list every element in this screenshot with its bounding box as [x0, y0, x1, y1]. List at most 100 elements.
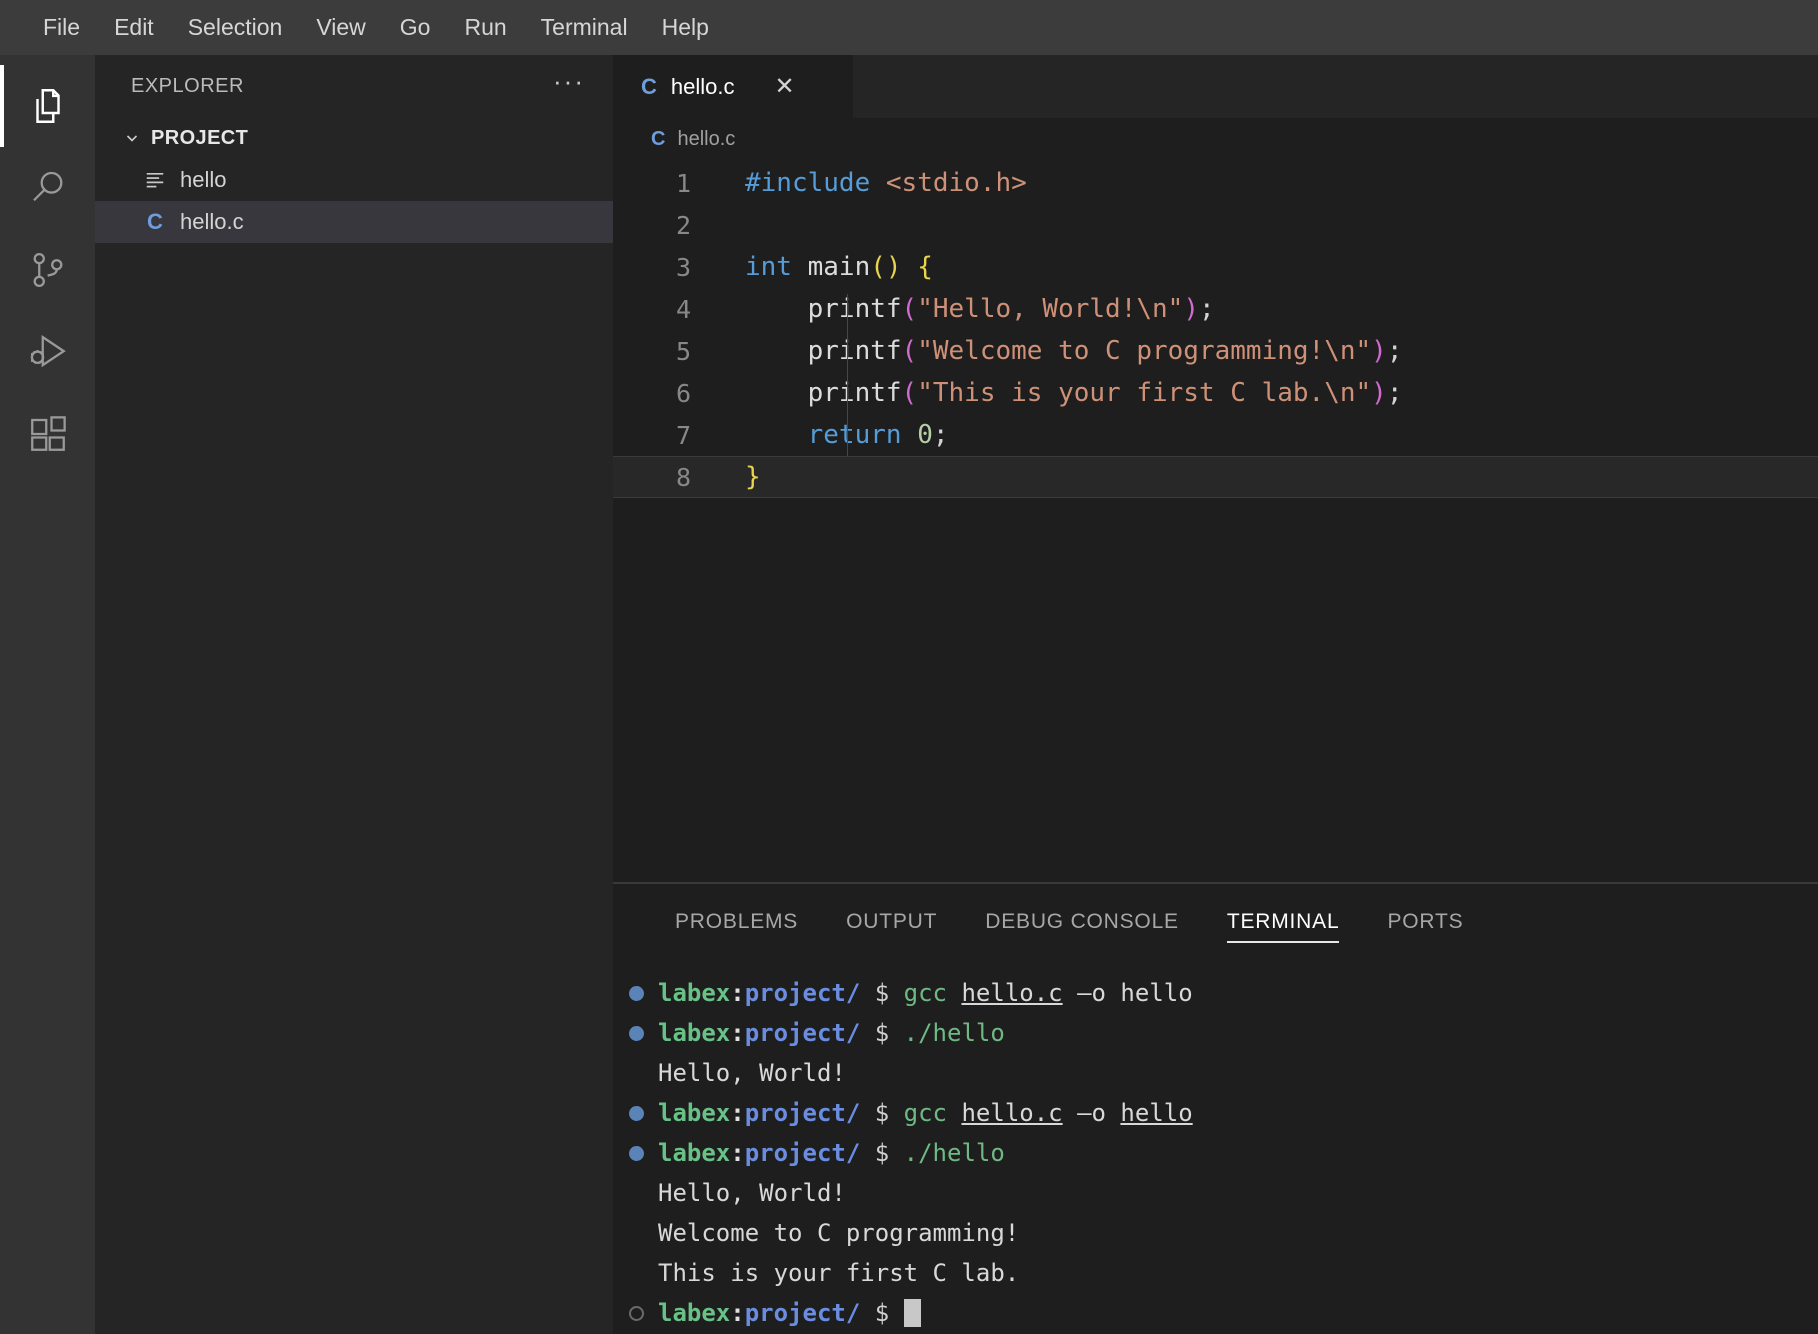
code-line[interactable]: 6 printf("This is your first C lab.\n");: [613, 372, 1818, 414]
no-dot-spacer: [629, 1066, 644, 1081]
c-file-icon: C: [641, 74, 657, 100]
activity-item-explorer[interactable]: [0, 65, 95, 147]
search-icon: [27, 167, 69, 209]
activity-item-run-and-debug[interactable]: [0, 311, 95, 393]
code-token: #include: [745, 168, 870, 198]
terminal-text: $: [860, 1093, 903, 1133]
terminal-line: labex:project/ $ ./hello: [629, 1133, 1818, 1173]
breadcrumb-label[interactable]: hello.c: [677, 128, 735, 151]
line-number: 6: [613, 379, 713, 408]
terminal-text: [947, 1093, 961, 1133]
code-line[interactable]: 8}: [613, 456, 1818, 498]
command-success-dot-icon: [629, 1026, 644, 1041]
code-line[interactable]: 2: [613, 204, 1818, 246]
activity-item-extensions[interactable]: [0, 393, 95, 475]
code-token: int: [745, 252, 792, 282]
code-text: printf("Hello, World!\n");: [713, 294, 1215, 324]
code-text: }: [713, 462, 761, 492]
code-token: }: [745, 462, 761, 492]
panel-tab-bar: PROBLEMS OUTPUT DEBUG CONSOLE TERMINAL P…: [613, 884, 1818, 959]
terminal-output[interactable]: labex:project/ $ gcc hello.c –o hellolab…: [613, 959, 1818, 1334]
tab-problems[interactable]: PROBLEMS: [651, 884, 822, 959]
menu-item-run[interactable]: Run: [447, 10, 523, 45]
explorer-section-project[interactable]: PROJECT: [95, 117, 613, 159]
terminal-text: project/: [745, 1093, 861, 1133]
menu-item-go[interactable]: Go: [383, 10, 448, 45]
line-number: 7: [613, 421, 713, 450]
close-icon[interactable]: ✕: [774, 75, 794, 99]
explorer-more-actions-icon[interactable]: ···: [553, 76, 585, 96]
source-control-branch-icon: [27, 249, 69, 291]
tab-output[interactable]: OUTPUT: [822, 884, 961, 959]
code-line[interactable]: 4 printf("Hello, World!\n");: [613, 288, 1818, 330]
terminal-text: hello: [1120, 1093, 1192, 1133]
terminal-text: Hello, World!: [658, 1173, 846, 1213]
code-token: [792, 252, 808, 282]
terminal-text: [947, 973, 961, 1013]
terminal-line: labex:project/ $ ./hello: [629, 1013, 1818, 1053]
explorer-file-hello[interactable]: hello: [95, 159, 613, 201]
code-token: main: [808, 252, 871, 282]
code-token: [745, 336, 808, 366]
menu-item-help[interactable]: Help: [645, 10, 726, 45]
code-token: ;: [1199, 294, 1215, 324]
activity-item-source-control[interactable]: [0, 229, 95, 311]
tab-hello-c[interactable]: C hello.c ✕: [613, 55, 853, 118]
terminal-line: labex:project/ $: [629, 1293, 1818, 1333]
terminal-line: This is your first C lab.: [629, 1253, 1818, 1293]
tab-ports[interactable]: PORTS: [1363, 884, 1487, 959]
editor-tab-bar: C hello.c ✕: [613, 55, 1818, 118]
explorer-title: EXPLORER: [131, 75, 244, 98]
command-pending-dot-icon: [629, 1306, 644, 1321]
terminal-text: –o: [1063, 1093, 1121, 1133]
line-number: 3: [613, 253, 713, 282]
line-number: 4: [613, 295, 713, 324]
tab-terminal[interactable]: TERMINAL: [1203, 884, 1364, 959]
menu-item-view[interactable]: View: [299, 10, 382, 45]
code-line[interactable]: 1#include <stdio.h>: [613, 162, 1818, 204]
bottom-panel: PROBLEMS OUTPUT DEBUG CONSOLE TERMINAL P…: [613, 882, 1818, 1334]
code-line[interactable]: 5 printf("Welcome to C programming!\n");: [613, 330, 1818, 372]
terminal-text: labex: [658, 1293, 730, 1333]
terminal-text: :: [730, 1133, 744, 1173]
c-file-icon: C: [651, 128, 665, 151]
code-token: printf: [808, 336, 902, 366]
breadcrumb: C hello.c: [613, 118, 1818, 160]
activity-item-search[interactable]: [0, 147, 95, 229]
explorer-file-hello-c[interactable]: C hello.c: [95, 201, 613, 243]
code-text: #include <stdio.h>: [713, 168, 1027, 198]
code-token: [745, 420, 808, 450]
code-editor[interactable]: 1#include <stdio.h>23int main() {4 print…: [613, 160, 1818, 882]
code-line[interactable]: 7 return 0;: [613, 414, 1818, 456]
terminal-text: $: [860, 1013, 903, 1053]
terminal-line: labex:project/ $ gcc hello.c –o hello: [629, 973, 1818, 1013]
code-text: return 0;: [713, 420, 949, 450]
code-text: int main() {: [713, 252, 933, 282]
c-file-icon: C: [143, 209, 167, 235]
code-token: <stdio.h>: [886, 168, 1027, 198]
explorer-section-label: PROJECT: [151, 127, 248, 150]
menu-item-file[interactable]: File: [26, 10, 97, 45]
terminal-text: labex: [658, 1093, 730, 1133]
run-and-debug-icon: [27, 331, 69, 373]
chevron-down-icon: [123, 129, 141, 147]
code-token: (: [902, 336, 918, 366]
tab-debug-console[interactable]: DEBUG CONSOLE: [961, 884, 1203, 959]
menu-item-selection[interactable]: Selection: [171, 10, 300, 45]
terminal-text: Hello, World!: [658, 1053, 846, 1093]
explorer-file-name: hello: [180, 167, 226, 193]
code-line[interactable]: 3int main() {: [613, 246, 1818, 288]
menu-item-edit[interactable]: Edit: [97, 10, 171, 45]
workbench: EXPLORER ··· PROJECT hello: [0, 55, 1818, 1334]
terminal-text: gcc: [904, 973, 947, 1013]
terminal-text: $: [860, 1293, 903, 1333]
menu-item-terminal[interactable]: Terminal: [524, 10, 645, 45]
terminal-text: project/: [745, 973, 861, 1013]
terminal-text: This is your first C lab.: [658, 1253, 1019, 1293]
terminal-cursor: [904, 1299, 921, 1327]
binary-file-icon: [143, 169, 167, 191]
terminal-text: :: [730, 973, 744, 1013]
code-token: ;: [1387, 336, 1403, 366]
line-number: 1: [613, 169, 713, 198]
terminal-line: Hello, World!: [629, 1053, 1818, 1093]
